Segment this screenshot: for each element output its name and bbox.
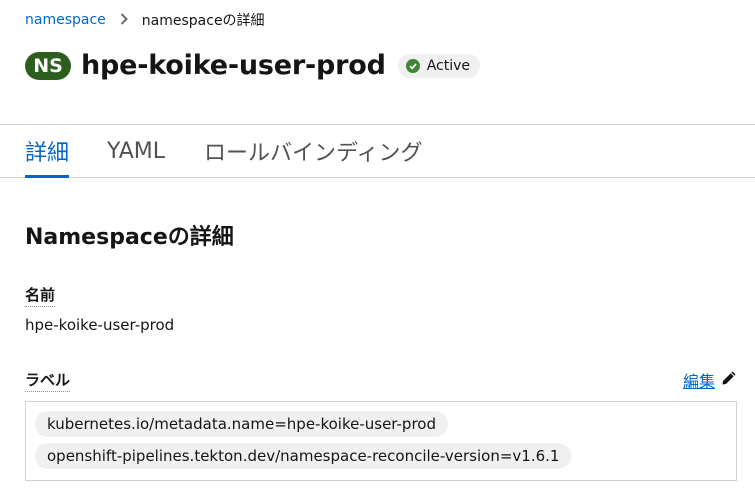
name-label: 名前 <box>25 284 56 307</box>
edit-labels-text: 編集 <box>682 372 715 391</box>
edit-labels-button[interactable]: 編集 <box>683 368 737 392</box>
label-chip[interactable]: kubernetes.io/metadata.name=hpe-koike-us… <box>35 411 448 437</box>
page-header: NS hpe-koike-user-prod Active <box>25 50 481 81</box>
pencil-icon <box>715 370 737 390</box>
label-chip[interactable]: openshift-pipelines.tekton.dev/namespace… <box>35 443 572 469</box>
tab-role-bindings[interactable]: ロールバインディング <box>204 125 422 177</box>
namespace-badge: NS <box>25 51 71 80</box>
chevron-right-icon <box>120 12 128 28</box>
name-value: hpe-koike-user-prod <box>25 316 175 334</box>
breadcrumb-link-namespace[interactable]: namespace <box>25 12 106 28</box>
status-text: Active <box>426 57 471 74</box>
page-title: hpe-koike-user-prod <box>81 50 386 81</box>
section-title: Namespaceの詳細 <box>25 225 234 250</box>
tab-bar: 詳細 YAML ロールバインディング <box>0 125 755 178</box>
breadcrumb: namespace namespaceの詳細 <box>25 10 265 30</box>
labels-container: kubernetes.io/metadata.name=hpe-koike-us… <box>25 401 737 481</box>
check-circle-icon <box>405 58 420 73</box>
tab-details[interactable]: 詳細 <box>25 125 70 178</box>
status-badge: Active <box>397 53 481 78</box>
breadcrumb-current: namespaceの詳細 <box>141 13 265 29</box>
labels-label: ラベル <box>25 369 71 392</box>
tab-yaml[interactable]: YAML <box>107 125 165 177</box>
